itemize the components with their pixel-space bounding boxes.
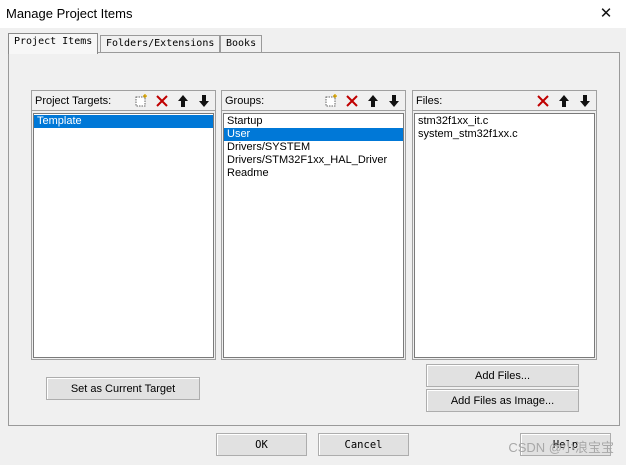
close-icon[interactable]: ✕ — [596, 3, 616, 23]
files-label: Files: — [416, 94, 443, 107]
new-group-icon[interactable] — [321, 92, 340, 109]
delete-file-icon[interactable] — [533, 92, 552, 109]
groups-label: Groups: — [225, 94, 265, 107]
tab-panel-project-items: Project Targets: Template Groups: Startu… — [8, 52, 620, 426]
list-item[interactable]: User — [224, 128, 403, 141]
move-file-up-icon[interactable] — [554, 92, 573, 109]
tab-project-items[interactable]: Project Items — [8, 33, 99, 54]
project-targets-label: Project Targets: — [35, 94, 112, 107]
window-title: Manage Project Items — [6, 6, 133, 21]
move-target-down-icon[interactable] — [194, 92, 213, 109]
set-current-target-button[interactable]: Set as Current Target — [46, 377, 200, 400]
add-files-as-image-button[interactable]: Add Files as Image... — [426, 389, 579, 412]
watermark-text: CSDN @小浪宝宝 — [508, 440, 614, 455]
files-list[interactable]: stm32f1xx_it.c system_stm32f1xx.c — [414, 113, 595, 358]
ok-button[interactable]: OK — [216, 433, 307, 456]
project-targets-panel: Project Targets: Template — [31, 90, 216, 360]
delete-group-icon[interactable] — [342, 92, 361, 109]
new-target-icon[interactable] — [131, 92, 150, 109]
cancel-button[interactable]: Cancel — [318, 433, 409, 456]
list-item[interactable]: system_stm32f1xx.c — [415, 128, 594, 141]
list-item[interactable]: Drivers/SYSTEM — [224, 141, 403, 154]
title-bar: Manage Project Items ✕ — [0, 0, 626, 28]
list-item[interactable]: Template — [34, 115, 213, 128]
list-item[interactable]: stm32f1xx_it.c — [415, 115, 594, 128]
groups-header: Groups: — [222, 91, 405, 111]
project-targets-header: Project Targets: — [32, 91, 215, 111]
list-item[interactable]: Drivers/STM32F1xx_HAL_Driver — [224, 154, 403, 167]
tab-folders-extensions[interactable]: Folders/Extensions — [100, 35, 221, 53]
groups-list[interactable]: Startup User Drivers/SYSTEM Drivers/STM32F1… — [223, 113, 404, 358]
groups-panel: Groups: Startup User Drivers/SYSTEM Drivers… — [221, 90, 406, 360]
move-file-down-icon[interactable] — [575, 92, 594, 109]
delete-target-icon[interactable] — [152, 92, 171, 109]
files-header: Files: — [413, 91, 596, 111]
list-item[interactable]: Startup — [224, 115, 403, 128]
list-item[interactable]: Readme — [224, 167, 403, 180]
files-panel: Files: stm32f1xx_it.c system_stm32f1xx.c — [412, 90, 597, 360]
move-group-down-icon[interactable] — [384, 92, 403, 109]
tab-books[interactable]: Books — [220, 35, 263, 53]
project-targets-list[interactable]: Template — [33, 113, 214, 358]
move-group-up-icon[interactable] — [363, 92, 382, 109]
move-target-up-icon[interactable] — [173, 92, 192, 109]
add-files-button[interactable]: Add Files... — [426, 364, 579, 387]
